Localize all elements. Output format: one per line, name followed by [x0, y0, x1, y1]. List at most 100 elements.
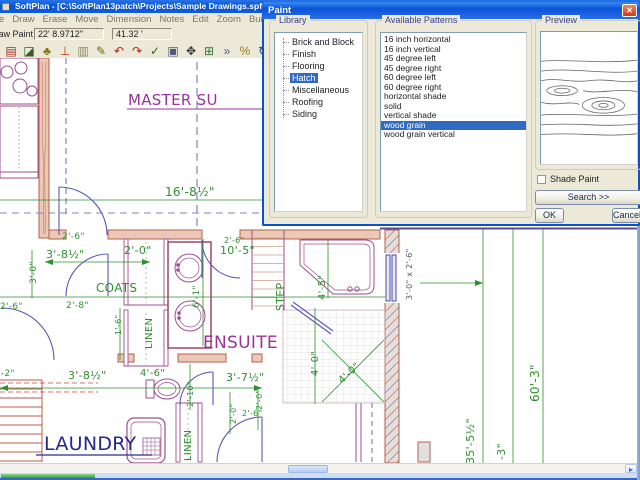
plan-label: 2'-6": [0, 302, 23, 312]
softplan-window: ▦SoftPlan - [C:\SoftPlan13patch\Projects…: [0, 0, 640, 480]
plan-label: 2'-8": [66, 301, 89, 311]
plan-label: COATS: [96, 281, 137, 295]
library-item[interactable]: Hatch: [275, 72, 362, 84]
select-icon[interactable]: ▣: [164, 44, 182, 59]
scrollbar-thumb[interactable]: [288, 465, 328, 473]
post-icon[interactable]: ⊥: [56, 44, 74, 59]
plan-label: -3": [495, 443, 508, 460]
library-item[interactable]: Miscellaneous: [275, 84, 362, 96]
add-item-icon[interactable]: ⊞: [200, 44, 218, 59]
library-icon[interactable]: ▤: [2, 44, 20, 59]
plan-label: 2'-10": [186, 381, 195, 407]
plan-label: 6'-1": [192, 285, 202, 308]
library-item[interactable]: Brick and Block: [275, 36, 362, 48]
plan-label: 3'-2": [0, 369, 15, 379]
notes-icon[interactable]: ▥: [74, 44, 92, 59]
library-item[interactable]: Siding: [275, 108, 362, 120]
move-icon[interactable]: ✥: [182, 44, 200, 59]
plan-label: STEP: [274, 282, 287, 311]
plan-label: MASTER SU: [128, 91, 218, 109]
menu-notes[interactable]: Notes: [155, 13, 188, 26]
tile-layer: [283, 310, 385, 403]
pattern-preview: [540, 31, 638, 165]
plan-label: 4'-5": [317, 275, 328, 300]
fill-icon[interactable]: ◪: [20, 44, 38, 59]
window-symbol: [384, 253, 400, 303]
pencil-icon[interactable]: ✎: [92, 44, 110, 59]
plan-label: 35'-5½": [464, 418, 477, 463]
plan-label: 16'-8½": [165, 185, 215, 199]
menu-draw[interactable]: Draw: [8, 13, 38, 26]
library-item-label[interactable]: Brick and Block: [290, 37, 356, 47]
pattern-icon[interactable]: ♣: [38, 44, 56, 59]
patterns-listbox[interactable]: 16 inch horizontal16 inch vertical45 deg…: [380, 32, 527, 212]
plan-label: 2'-0": [255, 390, 264, 410]
plan-label: 2'-6": [242, 409, 262, 418]
library-group: Library Brick and BlockFinishFlooringHat…: [269, 20, 368, 218]
preview-group-label: Preview: [542, 15, 580, 25]
pattern-item[interactable]: horizontal shade: [381, 92, 526, 102]
preview-group: Preview: [535, 20, 640, 170]
menu-file[interactable]: File: [0, 13, 8, 26]
paint-dialog: Paint ✕ Library Brick and BlockFinishFlo…: [262, 2, 640, 226]
plan-label: 2'-0": [124, 244, 152, 257]
library-item-label[interactable]: Miscellaneous: [290, 85, 351, 95]
app-icon: ▦: [2, 0, 12, 13]
search-button[interactable]: Search >>: [535, 190, 640, 205]
progress-bar: [1, 474, 95, 478]
check-icon[interactable]: ✓: [146, 44, 164, 59]
library-item-label[interactable]: Hatch: [290, 73, 318, 83]
shade-paint-row: Shade Paint: [537, 174, 599, 185]
shade-paint-checkbox[interactable]: [537, 175, 546, 184]
menu-erase[interactable]: Erase: [38, 13, 71, 26]
plan-label: 3'-8½": [68, 369, 107, 382]
scroll-right-arrow-icon[interactable]: ▸: [625, 464, 637, 473]
plan-label: 3'-0" x 2'-6": [405, 248, 414, 300]
angle-field[interactable]: 41.32 ': [112, 28, 172, 40]
library-item[interactable]: Flooring: [275, 60, 362, 72]
wood-grain-preview-drawing: [541, 32, 637, 164]
plan-label: 3'-7½": [226, 371, 265, 384]
ok-button[interactable]: OK: [535, 208, 564, 223]
plan-label: ENSUITE: [203, 333, 278, 353]
menu-zoom[interactable]: Zoom: [213, 13, 245, 26]
library-item-label[interactable]: Roofing: [290, 97, 325, 107]
library-item-label[interactable]: Finish: [290, 49, 318, 59]
plan-label: 1'-6": [114, 315, 123, 335]
scale-icon[interactable]: %: [236, 44, 254, 59]
menu-move[interactable]: Move: [71, 13, 102, 26]
plan-label: 2'-0": [229, 404, 238, 424]
patterns-group: Available Patterns 16 inch horizontal16 …: [375, 20, 532, 218]
cancel-button[interactable]: Cancel: [612, 208, 640, 223]
horizontal-scrollbar[interactable]: ▸: [0, 463, 640, 473]
mode-label: Draw Paint: [0, 29, 33, 39]
plan-label: LAUNDRY: [44, 433, 137, 455]
undo-icon[interactable]: ↶: [110, 44, 128, 59]
shade-paint-label: Shade Paint: [550, 174, 599, 184]
plan-label: 4'-6": [140, 368, 165, 379]
library-item-label[interactable]: Siding: [290, 109, 319, 119]
pattern-item[interactable]: wood grain vertical: [381, 130, 526, 140]
extend-icon[interactable]: »: [218, 44, 236, 59]
menu-dimension[interactable]: Dimension: [103, 13, 156, 26]
coordinate-field[interactable]: 22' 8.9712": [34, 28, 104, 40]
plan-label: LINEN: [183, 430, 194, 461]
close-icon[interactable]: ✕: [622, 4, 637, 17]
redo-icon[interactable]: ↷: [128, 44, 146, 59]
plan-label: 10'-5": [220, 244, 255, 257]
library-item[interactable]: Roofing: [275, 96, 362, 108]
menu-edit[interactable]: Edit: [188, 13, 212, 26]
library-listbox[interactable]: Brick and Block Finish Flooring Hatch Miscel…: [274, 32, 363, 212]
plan-label: 3'-0": [29, 261, 39, 284]
plan-label: LINEN: [144, 318, 155, 349]
library-item[interactable]: Finish: [275, 48, 362, 60]
library-item-label[interactable]: Flooring: [290, 61, 327, 71]
library-group-label: Library: [276, 15, 310, 25]
window-title: SoftPlan - [C:\SoftPlan13patch\Projects\…: [15, 1, 269, 11]
status-bar: [0, 473, 640, 480]
patterns-group-label: Available Patterns: [382, 15, 460, 25]
plan-label: 60'-3": [528, 364, 542, 402]
plan-label: 2'-6": [62, 232, 85, 242]
plan-label: 4'-0": [310, 351, 321, 376]
plan-label: 3'-8½": [46, 248, 85, 261]
